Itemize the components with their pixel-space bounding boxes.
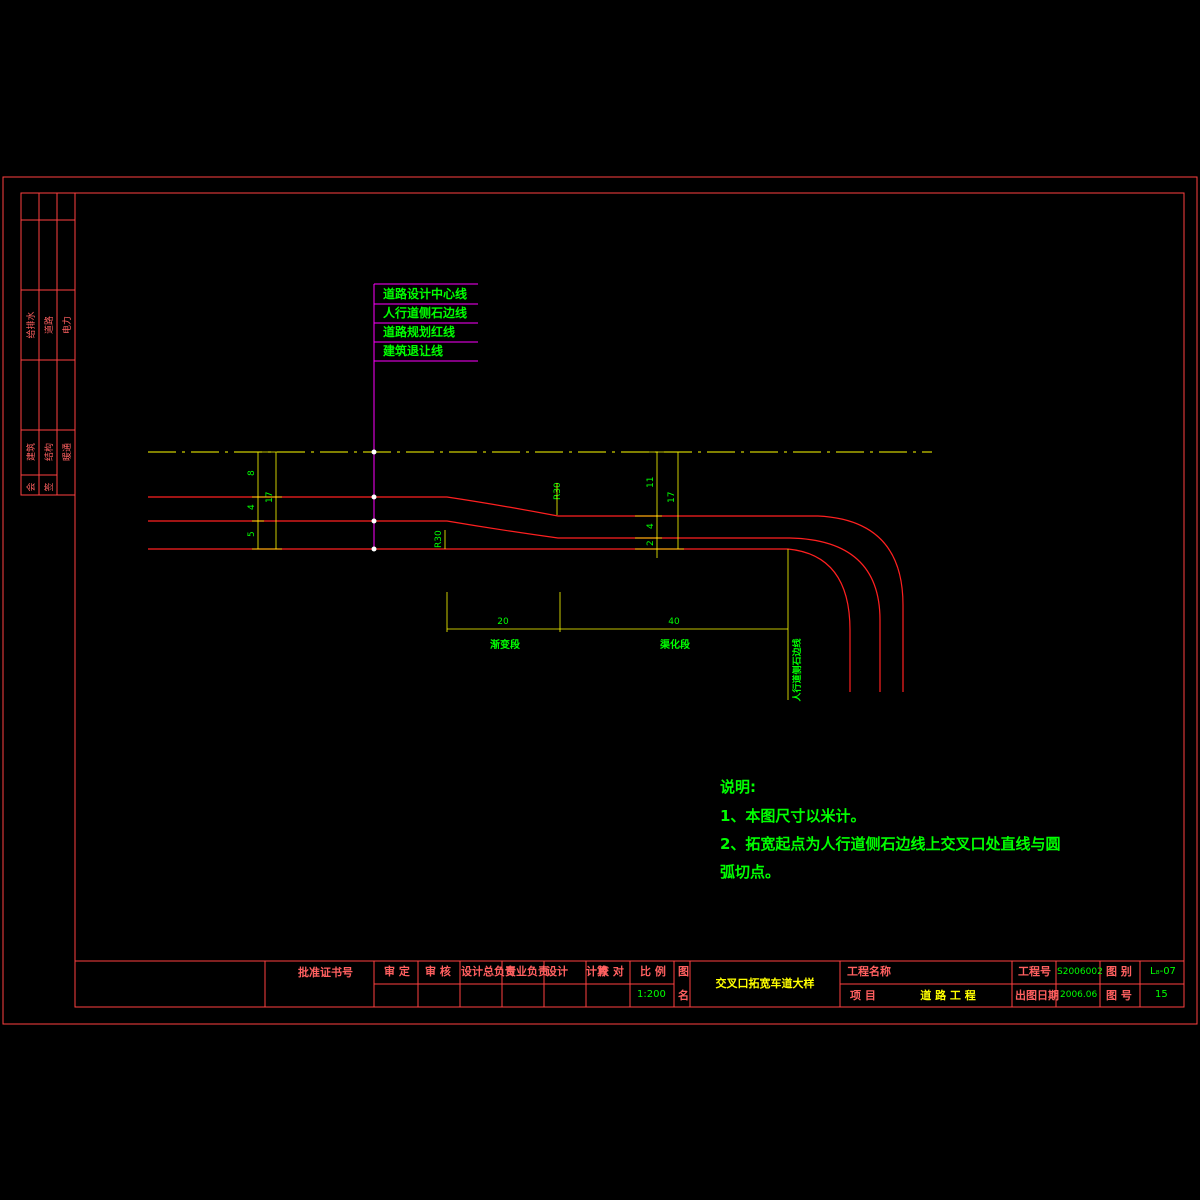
tb-drawing-name-label2: 名	[678, 988, 689, 1002]
dim-left-17: 17	[265, 492, 275, 503]
sidebar-bottom-a: 会	[25, 482, 37, 491]
label-crossroad-curb: 人行道侧石边线	[791, 638, 803, 702]
radius-leaders	[444, 483, 558, 549]
radius-top: R30	[553, 482, 563, 500]
tb-drawing-name: 交叉口拓宽车道大样	[716, 976, 815, 990]
tb-scale-value: 1:200	[637, 989, 666, 1000]
sidebar-bottom-b: 签	[43, 482, 55, 491]
legend-item-centerline: 道路设计中心线	[383, 286, 467, 301]
inner-frame	[74, 192, 1185, 1008]
tb-date-label: 出图日期	[1015, 988, 1059, 1002]
sidebar-col1-b: 建筑	[25, 443, 37, 461]
sidebar-col1-a: 给排水	[25, 311, 37, 338]
tb-drawing-no: 15	[1155, 989, 1168, 1000]
right-dimensions	[635, 451, 684, 558]
tb-item-label: 项 目	[850, 989, 876, 1002]
sidebar-col2-a: 道路	[43, 316, 55, 334]
dim-right-4: 4	[646, 523, 656, 529]
tb-drawing-name-label1: 图	[678, 965, 689, 978]
notes-line1: 1、本图尺寸以米计。	[720, 807, 865, 825]
dim-right-2: 2	[646, 540, 656, 546]
road-lines	[148, 496, 904, 692]
dim-left-5: 5	[247, 531, 257, 537]
tb-review: 审 定	[384, 964, 410, 978]
dim-right-11: 11	[646, 477, 656, 488]
dim-left-8: 8	[247, 470, 257, 476]
notes-line2: 2、拓宽起点为人行道侧石边线上交叉口处直线与圆	[720, 835, 1060, 853]
tb-drawing-no-label: 图 号	[1106, 989, 1132, 1002]
legend-item-redline: 道路规划红线	[383, 324, 455, 339]
tb-specialty-lead: 专业负责	[505, 964, 549, 978]
legend-box	[373, 283, 478, 550]
dim-right-17: 17	[667, 492, 677, 503]
dim-left-4: 4	[247, 504, 257, 510]
label-transition: 渐变段	[490, 638, 520, 651]
notes-title: 说明:	[720, 778, 756, 796]
outer-frame	[2, 176, 1198, 1025]
tb-date-value: 2006.06	[1060, 990, 1097, 1000]
tb-category-label: 图 别	[1106, 964, 1132, 978]
sidebar-text: 给排水 道路 电力 建筑 结构 暖通 会 签	[25, 311, 73, 491]
label-channelized: 渠化段	[659, 638, 690, 651]
tb-proof: 校 对	[598, 964, 624, 978]
radius-bottom: R30	[434, 530, 444, 548]
tb-designer: 设计	[546, 964, 568, 978]
tb-approval: 批准证书号	[298, 965, 353, 979]
tb-project-no: S2006002	[1057, 967, 1103, 977]
tb-project-name-label: 工程名称	[847, 964, 891, 978]
sidebar-col2-b: 结构	[43, 443, 55, 461]
tb-category-value: L₈-07	[1150, 966, 1176, 977]
notes-line3: 弧切点。	[720, 863, 780, 881]
tb-scale-label: 比 例	[640, 964, 666, 978]
legend-item-curb: 人行道侧石边线	[383, 305, 467, 320]
tb-check: 审 核	[425, 964, 451, 978]
dim-length-40: 40	[668, 617, 680, 627]
tb-item-value: 道 路 工 程	[920, 988, 976, 1002]
legend-item-setback: 建筑退让线	[382, 343, 443, 358]
dim-length-20: 20	[497, 617, 509, 627]
cad-drawing: 给排水 道路 电力 建筑 结构 暖通 会 签 道路设计中心线 人行道侧石边线 道…	[2, 176, 1198, 1025]
sidebar-col3-b: 暖通	[61, 443, 73, 461]
tb-project-no-label: 工程号	[1018, 964, 1051, 978]
sidebar-col3-a: 电力	[61, 316, 73, 334]
